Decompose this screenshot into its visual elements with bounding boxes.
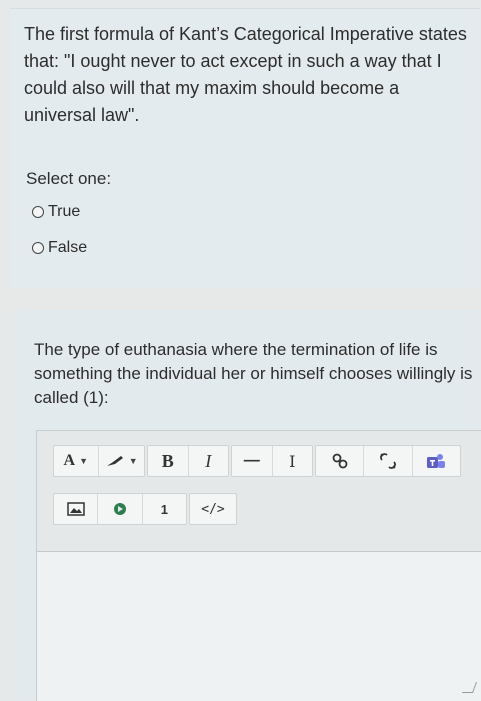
media-icon	[113, 503, 126, 515]
teams-icon	[427, 454, 446, 468]
toolbar-group-style: B I	[147, 445, 229, 477]
radio-true-icon[interactable]	[32, 206, 44, 218]
question-1-card: The first formula of Kant’s Categorical …	[10, 8, 480, 289]
answer-editor-area[interactable]	[37, 552, 481, 701]
bold-button[interactable]: B	[148, 446, 188, 476]
horizontal-rule-icon: —	[243, 452, 260, 469]
toolbar-group-insert: — I	[231, 445, 313, 477]
highlight-icon	[106, 456, 123, 466]
media-button[interactable]	[97, 494, 141, 524]
html-icon: </>	[201, 501, 225, 517]
option-true-label: True	[48, 203, 81, 220]
link-button[interactable]	[316, 446, 363, 476]
chevron-down-icon: ▼	[128, 456, 138, 466]
question-separator	[0, 288, 481, 310]
toolbar-group-format: A ▼ ▼	[53, 445, 145, 477]
option-false[interactable]: False	[32, 239, 87, 257]
option-true[interactable]: True	[32, 203, 80, 221]
editor-toolbar: A ▼ ▼ B I — I 1 </>	[37, 431, 481, 552]
toolbar-group-code: </>	[189, 493, 237, 525]
font-color-button[interactable]: A ▼	[54, 446, 98, 476]
bold-icon: B	[161, 450, 174, 471]
image-button[interactable]	[54, 494, 97, 524]
unlink-button[interactable]	[363, 446, 411, 476]
font-color-icon: A	[63, 452, 76, 469]
question-2-card: The type of euthanasia where the termina…	[18, 310, 481, 701]
special-char-button[interactable]: 1	[141, 494, 186, 524]
unlink-icon	[380, 453, 396, 469]
toolbar-group-media: 1	[53, 493, 187, 525]
link-icon	[332, 453, 348, 469]
html-button[interactable]: </>	[190, 494, 236, 524]
clear-format-button[interactable]: I	[271, 446, 313, 476]
radio-false-icon[interactable]	[32, 242, 44, 254]
horizontal-rule-button[interactable]: —	[232, 446, 272, 476]
clear-format-icon: I	[289, 451, 296, 471]
rich-text-editor: A ▼ ▼ B I — I 1 </>	[36, 430, 481, 701]
highlight-button[interactable]: ▼	[97, 446, 144, 476]
image-icon	[66, 502, 85, 516]
question-2-text: The type of euthanasia where the termina…	[34, 340, 473, 407]
italic-icon: I	[205, 450, 212, 471]
italic-button[interactable]: I	[187, 446, 229, 476]
special-char-icon: 1	[160, 501, 168, 517]
question-1-text: The first formula of Kant’s Categorical …	[24, 24, 467, 125]
option-false-label: False	[48, 239, 88, 256]
toolbar-group-links	[315, 445, 461, 477]
select-one-label: Select one:	[26, 169, 112, 188]
teams-button[interactable]	[411, 446, 460, 476]
resize-handle-icon[interactable]	[461, 682, 478, 693]
chevron-down-icon: ▼	[79, 456, 88, 466]
